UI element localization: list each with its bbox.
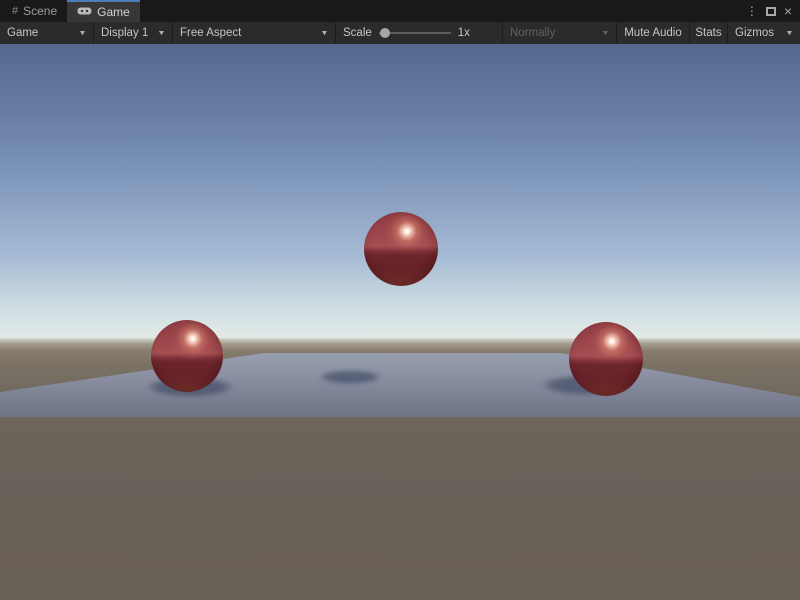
red-sphere-middle-airborne <box>364 212 438 286</box>
skybox-gradient <box>0 44 800 344</box>
kebab-menu-icon[interactable]: ⋮ <box>746 4 758 18</box>
display-dropdown[interactable]: Display 1 ▼ <box>94 22 173 44</box>
scale-value: 1x <box>458 27 470 39</box>
chevron-down-icon: ▼ <box>320 30 329 37</box>
chevron-down-icon: ▼ <box>785 30 794 37</box>
tab-scene-label: Scene <box>23 4 57 18</box>
aspect-ratio-label: Free Aspect <box>180 27 241 39</box>
chevron-down-icon: ▼ <box>157 30 166 37</box>
tab-scene[interactable]: # Scene <box>2 0 67 22</box>
gizmos-label: Gizmos <box>735 27 774 39</box>
scale-control: Scale 1x <box>336 22 503 44</box>
stats-label: Stats <box>695 27 721 39</box>
view-mode-label: Game <box>7 27 38 39</box>
red-sphere-right <box>569 322 643 396</box>
game-view-toolbar: Game ▼ Display 1 ▼ Free Aspect ▼ Scale 1… <box>0 22 800 44</box>
game-render-viewport[interactable] <box>0 44 800 600</box>
window-controls: ⋮ × <box>746 0 800 22</box>
close-icon[interactable]: × <box>784 6 792 16</box>
maximize-on-play-label: Normally <box>510 27 555 39</box>
tab-game-label: Game <box>97 5 130 19</box>
view-mode-dropdown[interactable]: Game ▼ <box>0 22 94 44</box>
gizmos-dropdown[interactable]: Gizmos ▼ <box>728 22 800 44</box>
tab-game[interactable]: Game <box>67 0 140 22</box>
display-label: Display 1 <box>101 27 148 39</box>
aspect-ratio-dropdown[interactable]: Free Aspect ▼ <box>173 22 336 44</box>
maximize-icon[interactable] <box>766 7 776 16</box>
scale-slider[interactable] <box>379 32 451 34</box>
maximize-on-play-dropdown[interactable]: Normally ▼ <box>503 22 617 44</box>
gamepad-icon <box>77 6 92 19</box>
grid-hash-icon: # <box>12 5 18 17</box>
scale-slider-knob[interactable] <box>380 28 390 38</box>
stats-button[interactable]: Stats <box>690 22 728 44</box>
mute-audio-button[interactable]: Mute Audio <box>617 22 690 44</box>
chevron-down-icon: ▼ <box>601 30 610 37</box>
red-sphere-left <box>151 320 223 392</box>
tab-bar: # Scene Game ⋮ × <box>0 0 800 22</box>
mute-audio-label: Mute Audio <box>624 27 682 39</box>
sphere-middle-shadow <box>319 370 381 384</box>
scale-label: Scale <box>343 27 372 39</box>
unity-game-window: # Scene Game ⋮ × Game ▼ Display 1 <box>0 0 800 600</box>
chevron-down-icon: ▼ <box>78 30 87 37</box>
